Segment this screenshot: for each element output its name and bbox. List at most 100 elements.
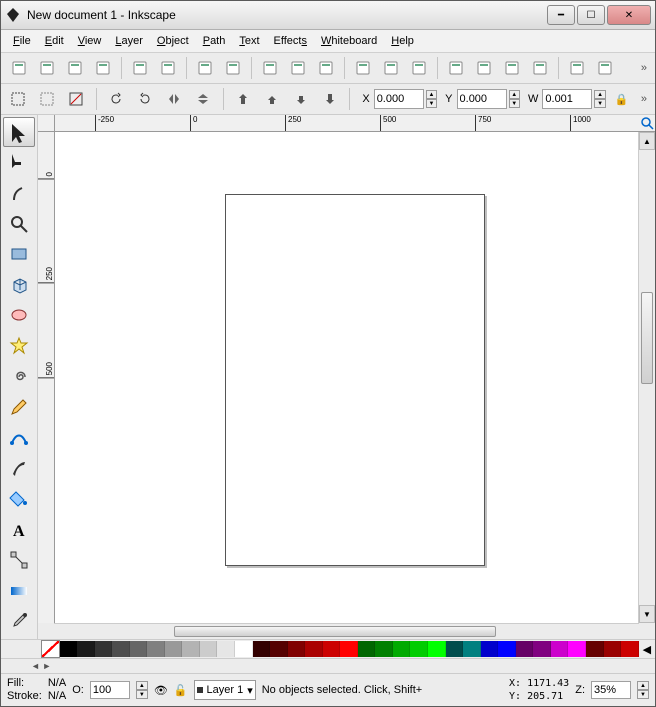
swatch[interactable] — [253, 641, 271, 657]
connector-tool[interactable] — [3, 545, 35, 575]
bezier-tool[interactable] — [3, 423, 35, 453]
menu-text[interactable]: Text — [233, 33, 265, 49]
x-spinner[interactable]: ▲▼ — [426, 90, 437, 108]
zoom-page-icon[interactable] — [378, 55, 404, 81]
open-file-icon[interactable] — [34, 55, 60, 81]
swatch[interactable] — [323, 641, 341, 657]
select-original-icon[interactable] — [527, 55, 553, 81]
maximize-button[interactable]: ☐ — [577, 5, 605, 25]
swatch[interactable] — [340, 641, 358, 657]
y-input[interactable] — [457, 89, 507, 109]
ellipse-tool[interactable] — [3, 301, 35, 331]
swatch[interactable] — [410, 641, 428, 657]
scroll-down-arrow[interactable]: ▼ — [639, 605, 655, 623]
palette-scroll[interactable]: ◄ ► — [1, 659, 655, 673]
select-tool[interactable] — [3, 117, 35, 147]
node-tool[interactable] — [3, 148, 35, 178]
star-tool[interactable] — [3, 331, 35, 361]
calligraphy-tool[interactable] — [3, 454, 35, 484]
swatch[interactable] — [428, 641, 446, 657]
layer-visibility-icon[interactable]: 👁 — [154, 684, 168, 697]
import-icon[interactable] — [127, 55, 153, 81]
swatch[interactable] — [568, 641, 586, 657]
gradient-tool[interactable] — [3, 576, 35, 606]
export-icon[interactable] — [155, 55, 181, 81]
swatch[interactable] — [130, 641, 148, 657]
duplicate-icon[interactable] — [443, 55, 469, 81]
save-icon[interactable] — [62, 55, 88, 81]
fill-value[interactable]: N/A — [48, 677, 66, 690]
swatch[interactable] — [112, 641, 130, 657]
swatch[interactable] — [481, 641, 499, 657]
align-icon[interactable] — [592, 55, 618, 81]
text-tool[interactable]: A — [3, 515, 35, 545]
swatch[interactable] — [498, 641, 516, 657]
pencil-tool[interactable] — [3, 392, 35, 422]
redo-icon[interactable] — [220, 55, 246, 81]
cut-icon[interactable] — [285, 55, 311, 81]
swatch[interactable] — [586, 641, 604, 657]
zoom-spinner[interactable]: ▲▼ — [637, 681, 649, 699]
select-all-icon[interactable] — [6, 86, 31, 112]
menu-help[interactable]: Help — [385, 33, 420, 49]
swatch[interactable] — [358, 641, 376, 657]
swatch[interactable] — [200, 641, 218, 657]
swatch[interactable] — [604, 641, 622, 657]
vertical-scrollbar[interactable]: ▲ ▼ — [638, 132, 655, 623]
swatch[interactable] — [165, 641, 183, 657]
raise-icon[interactable] — [260, 86, 285, 112]
vscroll-thumb[interactable] — [641, 292, 653, 384]
swatch[interactable] — [375, 641, 393, 657]
3dbox-tool[interactable] — [3, 270, 35, 300]
paint-bucket-tool[interactable] — [3, 484, 35, 514]
w-spinner[interactable]: ▲▼ — [594, 90, 605, 108]
swatch[interactable] — [60, 641, 78, 657]
zoom-tool[interactable] — [3, 209, 35, 239]
menu-object[interactable]: Object — [151, 33, 195, 49]
zoom-corner-icon[interactable] — [639, 115, 655, 131]
layer-selector[interactable]: Layer 1 ▾ — [194, 680, 256, 700]
ruler-horizontal[interactable]: -25002505007501000 — [55, 115, 655, 132]
ruler-origin[interactable] — [38, 115, 55, 132]
menu-effects[interactable]: Effects — [268, 33, 313, 49]
palette-menu-icon[interactable]: ◀ — [639, 643, 655, 656]
rect-tool[interactable] — [3, 239, 35, 269]
zoom-fit-icon[interactable] — [350, 55, 376, 81]
zoom-drawing-icon[interactable] — [406, 55, 432, 81]
swatch[interactable] — [551, 641, 569, 657]
close-button[interactable]: ✕ — [607, 5, 651, 25]
menu-layer[interactable]: Layer — [109, 33, 149, 49]
paste-icon[interactable] — [313, 55, 339, 81]
expand-toolbar-icon[interactable]: » — [637, 93, 651, 105]
undo-icon[interactable] — [192, 55, 218, 81]
swatch[interactable] — [288, 641, 306, 657]
rotate-cw-icon[interactable] — [133, 86, 158, 112]
dropper-tool[interactable] — [3, 607, 35, 637]
x-input[interactable] — [374, 89, 424, 109]
hscroll-thumb[interactable] — [174, 626, 496, 637]
opacity-spinner[interactable]: ▲▼ — [136, 681, 148, 699]
swatch[interactable] — [621, 641, 639, 657]
horizontal-scrollbar[interactable] — [54, 623, 639, 639]
swatch[interactable] — [182, 641, 200, 657]
menu-view[interactable]: View — [72, 33, 108, 49]
tweak-tool[interactable] — [3, 178, 35, 208]
unlink-clone-icon[interactable] — [499, 55, 525, 81]
opacity-input[interactable] — [90, 681, 130, 699]
swatch[interactable] — [270, 641, 288, 657]
lower-bottom-icon[interactable] — [317, 86, 342, 112]
raise-top-icon[interactable] — [231, 86, 256, 112]
print-icon[interactable] — [90, 55, 116, 81]
minimize-button[interactable]: ━ — [547, 5, 575, 25]
expand-main-toolbar[interactable]: » — [637, 62, 651, 74]
flip-v-icon[interactable] — [191, 86, 216, 112]
swatch[interactable] — [463, 641, 481, 657]
swatch[interactable] — [533, 641, 551, 657]
zoom-input[interactable] — [591, 681, 631, 699]
copy-icon[interactable] — [257, 55, 283, 81]
spiral-tool[interactable] — [3, 362, 35, 392]
menu-path[interactable]: Path — [197, 33, 232, 49]
swatch[interactable] — [77, 641, 95, 657]
ruler-vertical[interactable]: 0250500 — [38, 132, 55, 623]
swatch[interactable] — [147, 641, 165, 657]
